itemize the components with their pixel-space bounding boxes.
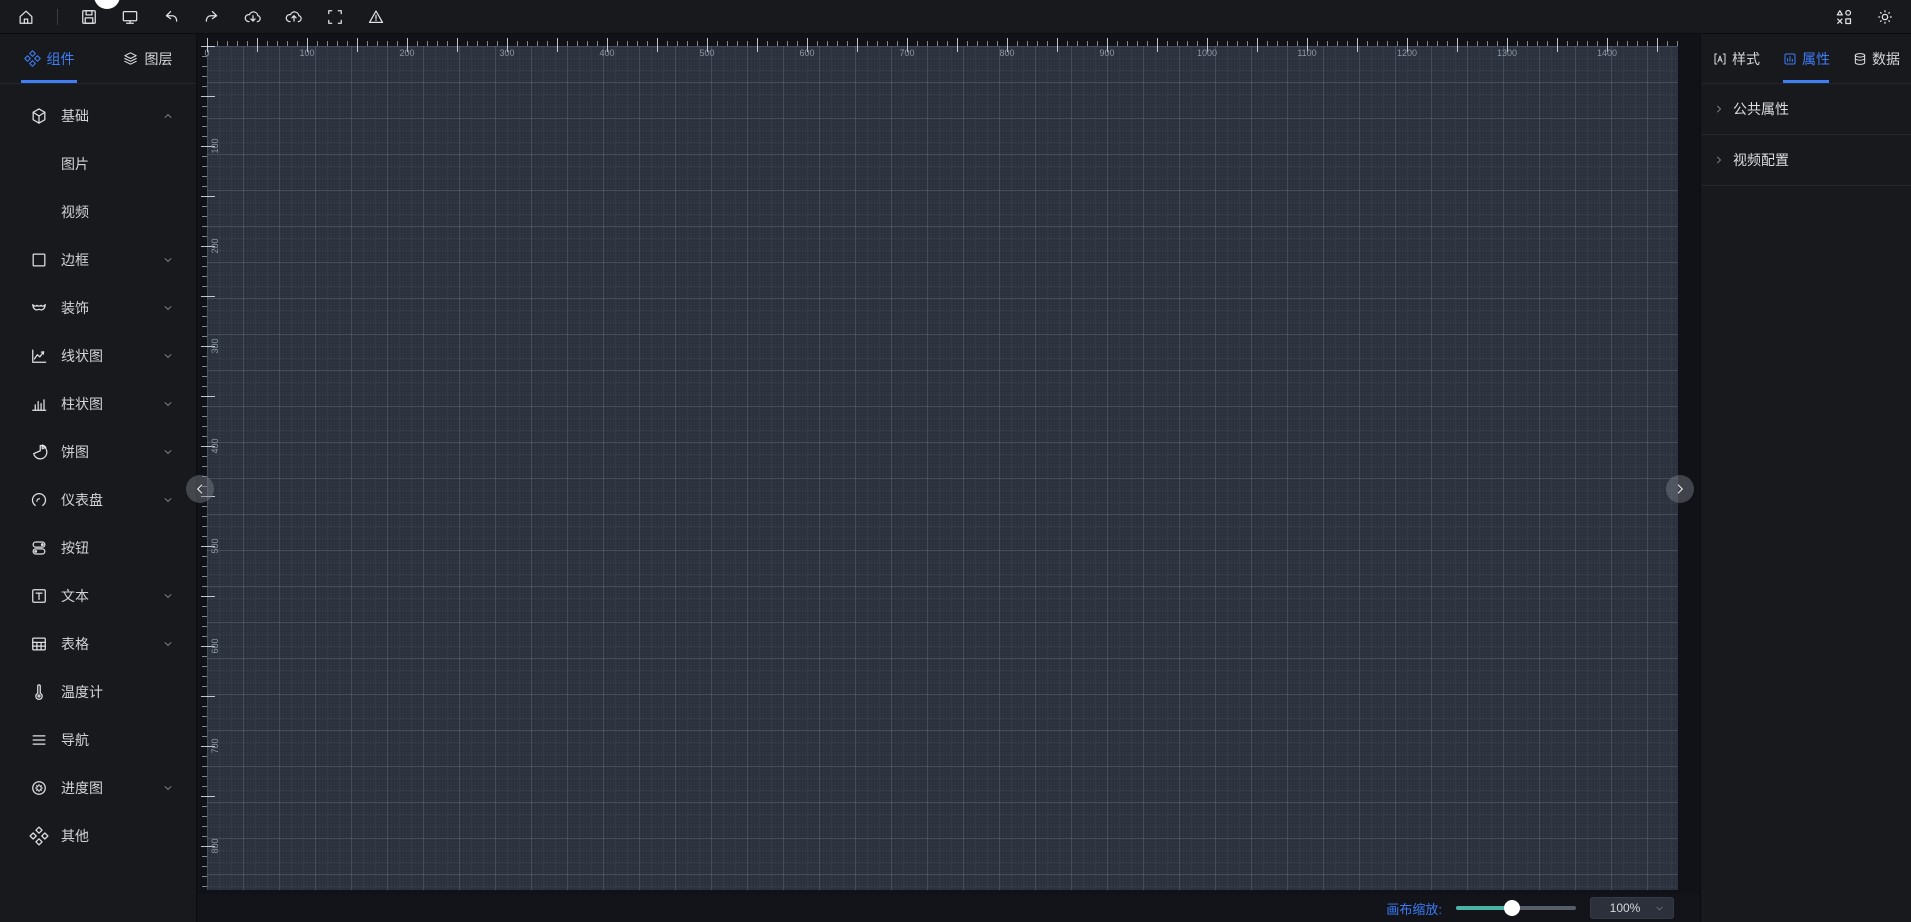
- chevron-down-icon: [162, 782, 174, 794]
- text-icon: [29, 586, 49, 606]
- chevron-down-icon: [162, 398, 174, 410]
- cube-icon: [29, 106, 49, 126]
- sidebar-tabs: 组件 图层: [0, 34, 196, 84]
- redo-button[interactable]: [200, 5, 224, 29]
- canvas-zoom-slider[interactable]: [1456, 900, 1576, 916]
- table-icon: [29, 634, 49, 654]
- tab-style[interactable]: 样式: [1701, 34, 1771, 83]
- tab-layers-label: 图层: [144, 50, 173, 67]
- data-icon: [1852, 51, 1868, 67]
- zoom-percent-value: 100%: [1609, 901, 1641, 915]
- sidebar-item-line-chart[interactable]: 线状图: [0, 332, 196, 380]
- chevron-down-icon: [162, 302, 174, 314]
- sidebar-item-navigation[interactable]: 导航: [0, 716, 196, 764]
- attribute-icon: [1782, 51, 1798, 67]
- sidebar-item-basic[interactable]: 基础: [0, 92, 196, 140]
- border-icon: [29, 250, 49, 270]
- chevron-down-icon: [162, 254, 174, 266]
- tab-layers[interactable]: 图层: [98, 34, 196, 83]
- chevron-right-icon: [1713, 103, 1725, 115]
- active-tab-underline: [21, 80, 77, 83]
- toolbar-divider: [57, 8, 58, 25]
- toolbar-right-group: [1832, 5, 1897, 29]
- sidebar-item-pie-chart[interactable]: 饼图: [0, 428, 196, 476]
- sidebar-item-text[interactable]: 文本: [0, 572, 196, 620]
- canvas-bottom-bar: 画布缩放: 100%: [197, 894, 1700, 922]
- section-video-config[interactable]: 视频配置: [1701, 135, 1911, 186]
- sidebar-item-image[interactable]: 图片: [0, 140, 196, 188]
- nav-icon: [29, 730, 49, 750]
- toolbar-left-group: [14, 5, 388, 29]
- chevron-right-icon: [1673, 482, 1687, 496]
- chevron-down-icon: [162, 350, 174, 362]
- chevron-down-icon: [1654, 903, 1665, 914]
- chevron-up-icon: [162, 110, 174, 122]
- chevron-right-icon: [1713, 154, 1725, 166]
- sidebar-item-thermometer[interactable]: 温度计: [0, 668, 196, 716]
- chevron-down-icon: [162, 638, 174, 650]
- bar-chart-icon: [29, 394, 49, 414]
- cloud-upload-button[interactable]: [282, 5, 306, 29]
- pie-chart-icon: [29, 442, 49, 462]
- tab-components-label: 组件: [46, 50, 75, 67]
- component-category-list: 基础 图片 视频 边框 装饰 线状图 柱状图 饼图 仪表盘 按钮 文本 表格 温…: [0, 84, 196, 860]
- chevron-down-icon: [162, 590, 174, 602]
- cloud-download-button[interactable]: [241, 5, 265, 29]
- gauge-icon: [29, 490, 49, 510]
- ruler-horizontal: 0 100 200 300 400 500 600 700 800 900 1000 1100 1200…: [204, 34, 1678, 58]
- theme-sun-button[interactable]: [1873, 5, 1897, 29]
- undo-button[interactable]: [159, 5, 183, 29]
- fullscreen-button[interactable]: [323, 5, 347, 29]
- thermometer-icon: [29, 682, 49, 702]
- warning-button[interactable]: [364, 5, 388, 29]
- sidebar-item-decoration[interactable]: 装饰: [0, 284, 196, 332]
- save-button[interactable]: [77, 5, 101, 29]
- sidebar-item-gauge[interactable]: 仪表盘: [0, 476, 196, 524]
- shapes-button[interactable]: [1832, 5, 1856, 29]
- decoration-icon: [29, 298, 49, 318]
- sidebar-item-progress[interactable]: 进度图: [0, 764, 196, 812]
- canvas-area: 0 100 200 300 400 500 600 700 800 900 1000 1100 1200…: [186, 34, 1700, 922]
- sidebar-item-other[interactable]: 其他: [0, 812, 196, 860]
- canvas-zoom-label: 画布缩放:: [1386, 901, 1442, 917]
- chevron-left-icon: [193, 482, 207, 496]
- components-sidebar: 组件 图层 基础 图片 视频 边框 装饰 线状图 柱状图 饼图 仪表盘 按钮 文…: [0, 34, 197, 922]
- sidebar-item-bar-chart[interactable]: 柱状图: [0, 380, 196, 428]
- line-chart-icon: [29, 346, 49, 366]
- home-button[interactable]: [14, 5, 38, 29]
- panel-collapse-left-button[interactable]: [186, 475, 214, 503]
- design-canvas-grid[interactable]: [207, 46, 1678, 890]
- zoom-percent-select[interactable]: 100%: [1590, 897, 1674, 919]
- tab-attributes[interactable]: 属性: [1771, 34, 1841, 83]
- style-icon: [1712, 51, 1728, 67]
- progress-icon: [29, 778, 49, 798]
- tab-components[interactable]: 组件: [0, 34, 98, 83]
- sidebar-item-table[interactable]: 表格: [0, 620, 196, 668]
- chevron-down-icon: [162, 494, 174, 506]
- button-icon: [29, 538, 49, 558]
- other-icon: [29, 826, 49, 846]
- tab-data[interactable]: 数据: [1841, 34, 1911, 83]
- properties-panel: 样式 属性 数据 公共属性 视频配置: [1700, 34, 1911, 922]
- sidebar-item-video[interactable]: 视频: [0, 188, 196, 236]
- properties-panel-tabs: 样式 属性 数据: [1701, 34, 1911, 84]
- sidebar-item-button[interactable]: 按钮: [0, 524, 196, 572]
- slider-thumb[interactable]: [1504, 900, 1521, 916]
- panel-collapse-right-button[interactable]: [1666, 475, 1694, 503]
- section-common-attributes[interactable]: 公共属性: [1701, 84, 1911, 135]
- active-tab-underline: [1783, 80, 1829, 83]
- sidebar-item-border[interactable]: 边框: [0, 236, 196, 284]
- preview-monitor-button[interactable]: [118, 5, 142, 29]
- top-toolbar: [0, 0, 1911, 34]
- chevron-down-icon: [162, 446, 174, 458]
